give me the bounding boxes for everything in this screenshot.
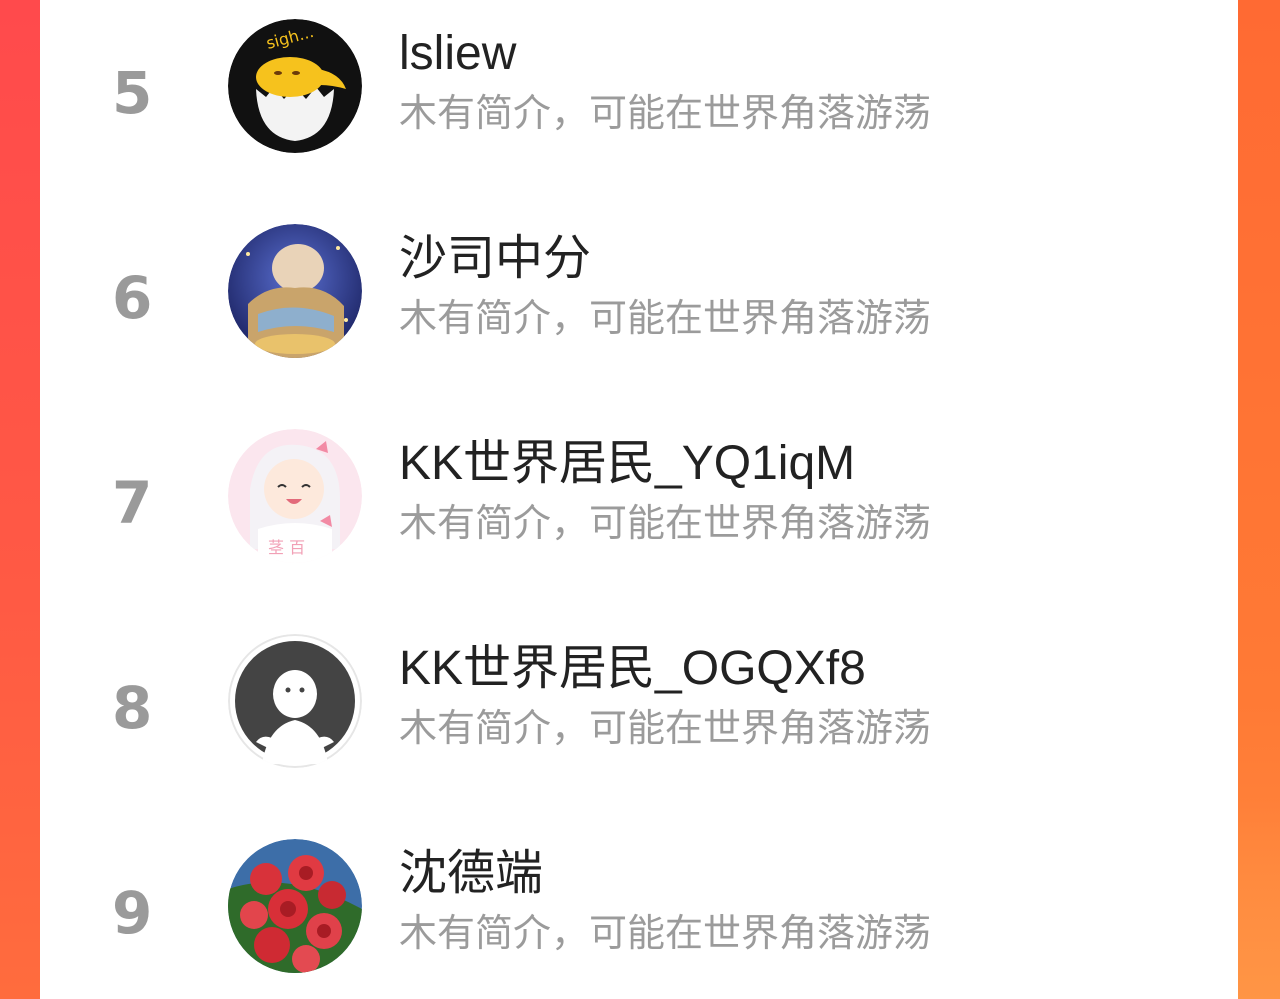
- default-user-avatar-icon[interactable]: [228, 634, 362, 768]
- roses-avatar-icon[interactable]: [228, 839, 362, 973]
- ranking-list-panel: 5 sigh... lsliew 木有简介，可能在世界角落游荡 6 沙司中分 木…: [40, 0, 1238, 999]
- svg-text:茎 百: 茎 百: [268, 538, 305, 557]
- list-item[interactable]: 6 沙司中分 木有简介，可能在世界角落游荡: [40, 213, 1238, 373]
- user-name[interactable]: KK世界居民_YQ1iqM: [399, 440, 855, 488]
- right-gradient-edge: [1238, 0, 1280, 999]
- user-name[interactable]: 沈德端: [399, 850, 543, 898]
- rank-number: 9: [112, 879, 153, 947]
- user-bio: 木有简介，可能在世界角落游荡: [399, 911, 932, 955]
- gudetama-egg-avatar-icon[interactable]: sigh...: [228, 19, 362, 153]
- rank-number: 7: [112, 469, 153, 537]
- user-bio: 木有简介，可能在世界角落游荡: [399, 706, 932, 750]
- rank-number: 6: [112, 264, 153, 332]
- user-name[interactable]: lsliew: [399, 30, 516, 78]
- user-bio: 木有简介，可能在世界角落游荡: [399, 91, 932, 135]
- anime-girl-pink-avatar-icon[interactable]: 茎 百: [228, 429, 362, 563]
- user-bio: 木有简介，可能在世界角落游荡: [399, 501, 932, 545]
- list-item[interactable]: 8 KK世界居民_OGQXf8 木有简介，可能在世界角落游荡: [40, 623, 1238, 783]
- left-gradient-edge: [0, 0, 40, 999]
- user-name[interactable]: KK世界居民_OGQXf8: [399, 645, 866, 693]
- rank-number: 8: [112, 674, 153, 742]
- rank-number: 5: [112, 59, 153, 127]
- anime-girl-night-avatar-icon[interactable]: [228, 224, 362, 358]
- user-bio: 木有简介，可能在世界角落游荡: [399, 296, 932, 340]
- user-name[interactable]: 沙司中分: [399, 235, 591, 283]
- list-item[interactable]: 5 sigh... lsliew 木有简介，可能在世界角落游荡: [40, 8, 1238, 168]
- list-item[interactable]: 9 沈德端 木有简介，可能在世界角落游荡: [40, 828, 1238, 988]
- list-item[interactable]: 7 茎 百 KK世界居民_YQ1iqM 木有简介，可能在世界角落游荡: [40, 418, 1238, 578]
